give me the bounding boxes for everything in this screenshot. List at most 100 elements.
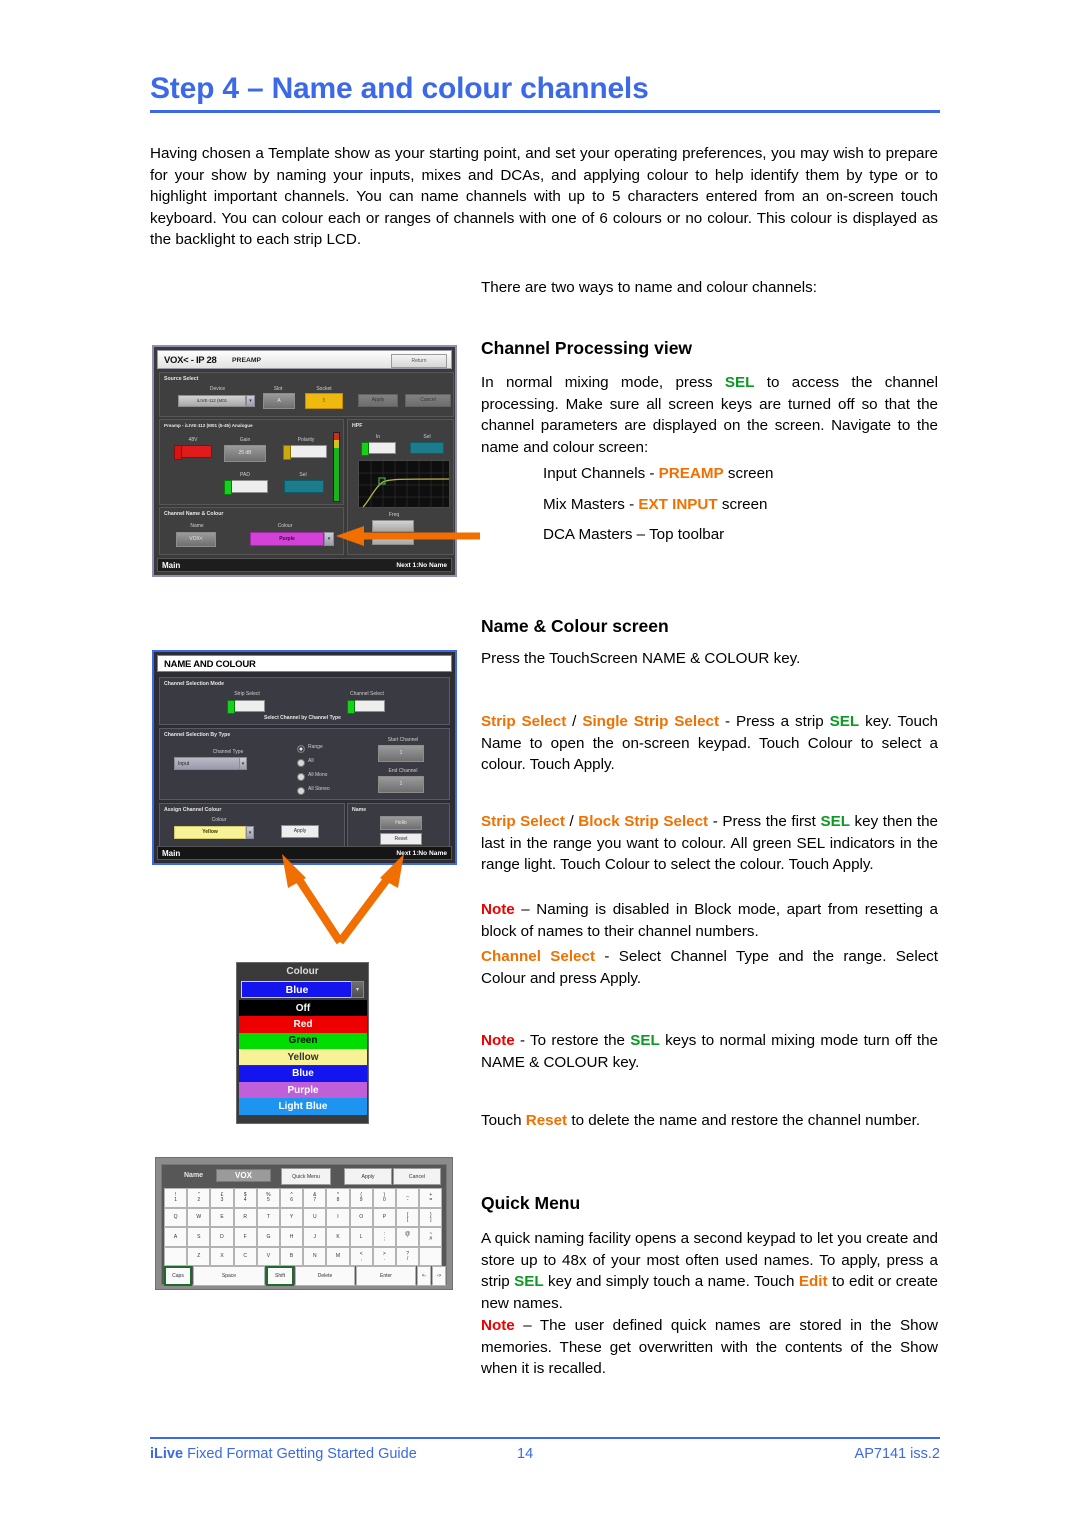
- keyboard-key[interactable]: O: [349, 1207, 373, 1227]
- keyboard-key[interactable]: P: [372, 1207, 396, 1227]
- keyboard-key[interactable]: * 8: [326, 1188, 350, 1208]
- device-dropdown-icon[interactable]: ▾: [246, 395, 255, 407]
- colour-option-off[interactable]: Off: [239, 1000, 367, 1017]
- radio-all-stereo[interactable]: [297, 787, 305, 795]
- colour-option-green[interactable]: Green: [239, 1032, 367, 1049]
- keyboard-key[interactable]: + =: [419, 1188, 443, 1208]
- keyboard-key[interactable]: E: [210, 1207, 234, 1227]
- keyboard-key[interactable]: N: [303, 1246, 327, 1266]
- keyboard-key[interactable]: " 2: [187, 1188, 211, 1208]
- keyboard-key[interactable]: V: [256, 1246, 280, 1266]
- assign-colour-value[interactable]: Yellow: [174, 826, 246, 839]
- footer-left: iLive Fixed Format Getting Started Guide: [150, 1446, 417, 1462]
- colour-option-light-blue[interactable]: Light Blue: [239, 1098, 367, 1115]
- keyboard-key[interactable]: [164, 1246, 188, 1266]
- channel-type-label: Channel Type: [212, 749, 244, 755]
- slot-value[interactable]: A: [263, 393, 295, 409]
- end-channel-value[interactable]: 1: [378, 776, 424, 793]
- name-reset-button[interactable]: Reset: [380, 833, 422, 845]
- keyboard-key-caps[interactable]: Caps: [164, 1266, 192, 1286]
- keyboard-key[interactable]: M: [326, 1246, 350, 1266]
- gain-value[interactable]: 25 dB: [224, 445, 266, 462]
- keyboard-key[interactable]: :;: [372, 1227, 396, 1247]
- keyboard-key[interactable]: Q: [164, 1207, 188, 1227]
- keyboard-key[interactable]: C: [233, 1246, 257, 1266]
- keyboard-key-enter[interactable]: Enter: [356, 1266, 416, 1286]
- assign-colour-dropdown-icon[interactable]: ▾: [246, 826, 254, 839]
- preamp-name-value[interactable]: VOX<: [176, 532, 216, 547]
- block-label-b: Block Strip Select: [578, 813, 709, 830]
- keyboard-key[interactable]: Y: [280, 1207, 304, 1227]
- keyboard-key[interactable]: {[: [396, 1207, 420, 1227]
- preamp-sel-button[interactable]: [284, 480, 324, 493]
- keyboard-quick-menu-button[interactable]: Quick Menu: [281, 1168, 331, 1185]
- keyboard-key[interactable]: B: [280, 1246, 304, 1266]
- keyboard-key-[interactable]: ->: [432, 1266, 446, 1286]
- colour-option-red[interactable]: Red: [239, 1016, 367, 1033]
- keyboard-key[interactable]: H: [280, 1227, 304, 1247]
- channel-type-value[interactable]: Input: [174, 757, 246, 770]
- note-restore-paragraph: Note - To restore the SEL keys to normal…: [481, 1030, 938, 1073]
- keyboard-key[interactable]: ~ #: [419, 1227, 443, 1247]
- name-value-button[interactable]: Hello: [380, 816, 422, 830]
- keyboard-key[interactable]: <,: [349, 1246, 373, 1266]
- channel-type-dropdown-icon[interactable]: ▾: [239, 757, 247, 770]
- keyboard-key[interactable]: % 5: [256, 1188, 280, 1208]
- keyboard-key[interactable]: (9: [349, 1188, 373, 1208]
- radio-all-stereo-label: All Stereo: [308, 786, 330, 792]
- device-value[interactable]: iLIVE-112 (M01: [178, 395, 246, 407]
- keyboard-key[interactable]: R: [233, 1207, 257, 1227]
- keyboard-key[interactable]: }]: [419, 1207, 443, 1227]
- keyboard-key[interactable]: $4: [233, 1188, 257, 1208]
- colour-option-blue[interactable]: Blue: [239, 1065, 367, 1082]
- keyboard-key[interactable]: [419, 1246, 443, 1266]
- preamp-cancel-button[interactable]: Cancel: [405, 394, 451, 407]
- keyboard-key-shift[interactable]: Shift: [266, 1266, 294, 1286]
- keyboard-key[interactable]: F: [233, 1227, 257, 1247]
- keyboard-key[interactable]: @ ': [396, 1227, 420, 1247]
- hpf-sel-button[interactable]: [410, 442, 444, 454]
- keyboard-key[interactable]: G: [256, 1227, 280, 1247]
- footer-left-text: Fixed Format Getting Started Guide: [183, 1446, 417, 1462]
- colour-list-selected[interactable]: Blue: [241, 981, 353, 998]
- preamp-colour-value[interactable]: Purple: [250, 532, 324, 546]
- name-panel-label: Name: [352, 807, 367, 813]
- keyboard-key[interactable]: W: [187, 1207, 211, 1227]
- keyboard-key[interactable]: X: [210, 1246, 234, 1266]
- colour-option-purple[interactable]: Purple: [239, 1082, 367, 1099]
- keyboard-key-delete[interactable]: Delete: [295, 1266, 355, 1286]
- colour-option-yellow[interactable]: Yellow: [239, 1049, 367, 1066]
- start-channel-value[interactable]: 1: [378, 745, 424, 762]
- preamp-return-button[interactable]: Return: [391, 354, 447, 368]
- keyboard-name-value[interactable]: VOX: [216, 1169, 271, 1182]
- keyboard-key-[interactable]: <-: [417, 1266, 431, 1286]
- keyboard-key[interactable]: ? /: [396, 1246, 420, 1266]
- keyboard-key[interactable]: ) 0: [372, 1188, 396, 1208]
- keyboard-key[interactable]: & 7: [303, 1188, 327, 1208]
- keyboard-cancel-button[interactable]: Cancel: [393, 1168, 441, 1185]
- radio-all-mono[interactable]: [297, 773, 305, 781]
- radio-all[interactable]: [297, 759, 305, 767]
- keyboard-key[interactable]: K: [326, 1227, 350, 1247]
- keyboard-key[interactable]: U: [303, 1207, 327, 1227]
- preamp-apply-button[interactable]: Apply: [358, 394, 398, 407]
- radio-range[interactable]: [297, 745, 305, 753]
- keyboard-apply-button[interactable]: Apply: [344, 1168, 392, 1185]
- colour-list-dropdown-icon[interactable]: ▾: [351, 981, 364, 998]
- keyboard-key[interactable]: Z: [187, 1246, 211, 1266]
- keyboard-key[interactable]: _ -: [396, 1188, 420, 1208]
- keyboard-key[interactable]: J: [303, 1227, 327, 1247]
- keyboard-key[interactable]: S: [187, 1227, 211, 1247]
- keyboard-key[interactable]: D: [210, 1227, 234, 1247]
- keyboard-key[interactable]: ^ 6: [280, 1188, 304, 1208]
- socket-value[interactable]: 5: [305, 393, 343, 409]
- keyboard-key[interactable]: £3: [210, 1188, 234, 1208]
- keyboard-key[interactable]: L: [349, 1227, 373, 1247]
- keyboard-key[interactable]: I: [326, 1207, 350, 1227]
- assign-apply-button[interactable]: Apply: [281, 825, 319, 838]
- keyboard-key[interactable]: >.: [372, 1246, 396, 1266]
- keyboard-key-space[interactable]: Space: [193, 1266, 265, 1286]
- keyboard-key[interactable]: A: [164, 1227, 188, 1247]
- keyboard-key[interactable]: ! 1: [164, 1188, 188, 1208]
- keyboard-key[interactable]: T: [256, 1207, 280, 1227]
